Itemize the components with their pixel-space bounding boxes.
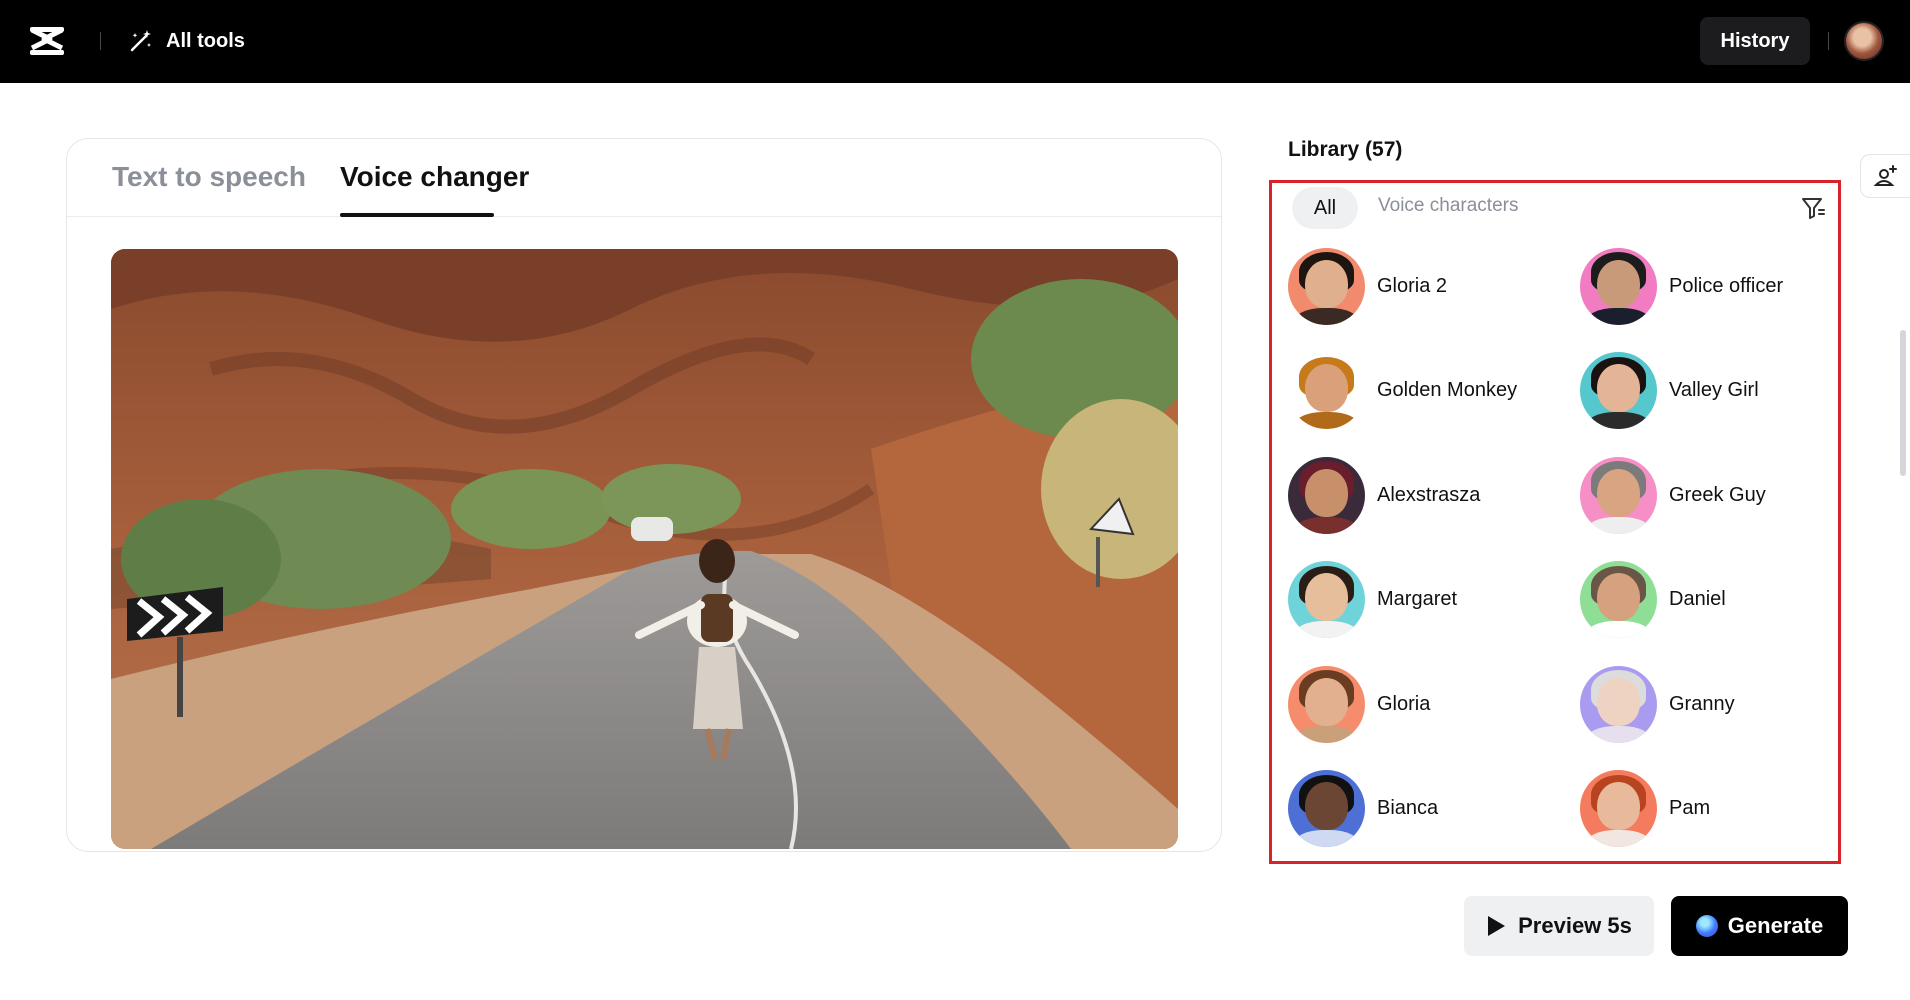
voice-item[interactable]: Bianca: [1288, 770, 1438, 848]
voice-item[interactable]: Alexstrasza: [1288, 456, 1480, 534]
library-title: Library (57): [1288, 138, 1403, 161]
active-tab-indicator: [340, 213, 494, 217]
avatar-fantasy-dragon: [1288, 456, 1365, 534]
person-add-icon: [1873, 165, 1897, 186]
voice-name: Golden Monkey: [1377, 379, 1518, 401]
filter-all-chip[interactable]: All: [1292, 187, 1358, 229]
mode-tabs: Text to speech Voice changer: [67, 139, 1221, 217]
voice-library-panel: All Voice characters Gloria 2 Police offi…: [1269, 180, 1841, 864]
voice-item[interactable]: Daniel: [1580, 561, 1726, 639]
voice-name: Valley Girl: [1669, 379, 1759, 401]
voice-name: Pam: [1669, 797, 1711, 819]
voice-name: Gloria: [1377, 692, 1431, 715]
user-avatar[interactable]: [1844, 21, 1884, 61]
voice-item[interactable]: Gloria 2: [1288, 247, 1447, 325]
voice-name: Alexstrasza: [1377, 483, 1481, 506]
topbar-divider: [100, 32, 101, 50]
voice-item[interactable]: Police officer: [1580, 247, 1783, 325]
avatar-police-officer: [1580, 247, 1657, 325]
voice-name: Granny: [1669, 692, 1735, 715]
voice-item[interactable]: Pam: [1580, 770, 1710, 848]
avatar-elderly-woman: [1580, 665, 1657, 743]
voice-name: Gloria 2: [1377, 274, 1448, 297]
scrollbar[interactable]: [1900, 330, 1906, 476]
avatar-golden-monkey: [1288, 352, 1365, 429]
preview-button[interactable]: Preview 5s: [1464, 896, 1654, 956]
editor-panel: Text to speech Voice changer: [66, 138, 1222, 852]
filter-icon[interactable]: [1800, 195, 1826, 221]
voice-item[interactable]: Valley Girl: [1580, 352, 1759, 430]
top-bar: All tools History: [0, 0, 1910, 83]
all-tools-label: All tools: [166, 29, 245, 52]
voice-name: Margaret: [1377, 588, 1458, 610]
voice-item[interactable]: Gloria: [1288, 665, 1430, 743]
preview-label: Preview 5s: [1518, 913, 1632, 938]
tab-voice-changer[interactable]: Voice changer: [340, 161, 529, 193]
avatar-man-grey-hair: [1580, 456, 1657, 534]
avatar-woman-long-hair: [1580, 352, 1657, 429]
generate-button[interactable]: Generate: [1671, 896, 1848, 956]
side-upload-button[interactable]: [1860, 154, 1910, 198]
all-tools-button[interactable]: All tools: [128, 26, 245, 56]
voice-item[interactable]: Golden Monkey: [1288, 352, 1517, 430]
avatar-young-man: [1288, 561, 1365, 638]
play-icon: [1488, 916, 1506, 936]
video-preview[interactable]: [111, 249, 1178, 849]
voice-name: Daniel: [1669, 588, 1726, 610]
history-button[interactable]: History: [1700, 17, 1810, 65]
voice-name: Greek Guy: [1669, 483, 1766, 506]
voice-name: Bianca: [1377, 797, 1439, 819]
magic-wand-icon: [130, 30, 151, 52]
avatar-woman-curly-hair: [1288, 770, 1365, 847]
voice-item[interactable]: Margaret: [1288, 561, 1457, 639]
voice-item[interactable]: Granny: [1580, 665, 1735, 743]
generate-orb-icon: [1695, 915, 1718, 937]
voice-name: Police officer: [1669, 274, 1784, 297]
avatar-woman-dark-hair: [1288, 247, 1365, 325]
avatar-woman-smiling: [1288, 665, 1365, 743]
filter-voice-characters[interactable]: Voice characters: [1378, 195, 1518, 217]
generate-label: Generate: [1727, 913, 1824, 938]
topbar-divider-right: [1828, 32, 1829, 50]
voice-item[interactable]: Greek Guy: [1580, 456, 1766, 534]
capcut-logo[interactable]: [28, 24, 66, 58]
tab-text-to-speech[interactable]: Text to speech: [112, 161, 306, 193]
avatar-man-white-shirt: [1580, 561, 1657, 638]
landscape-image: [111, 249, 1178, 849]
avatar-woman-red-hair: [1580, 770, 1657, 847]
